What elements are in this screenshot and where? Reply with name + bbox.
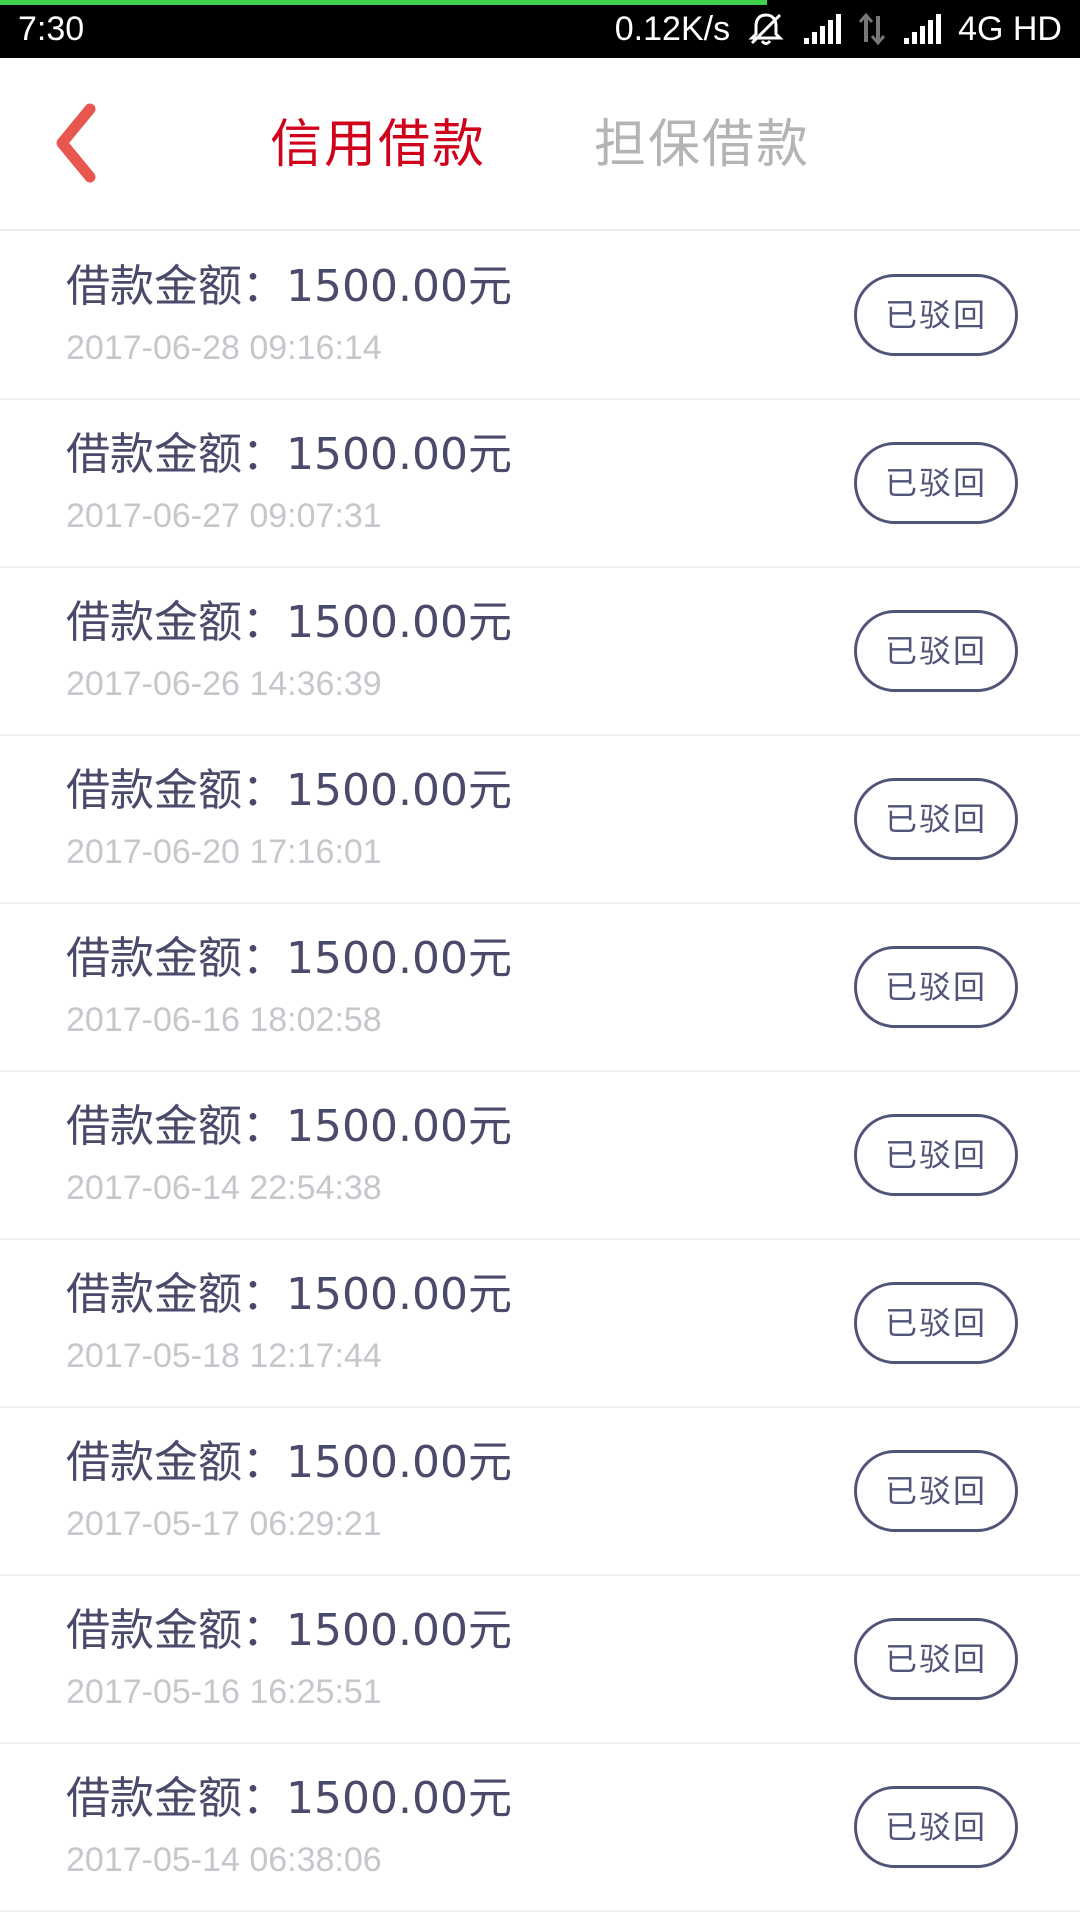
notifications-off-icon (746, 9, 786, 49)
data-transfer-icon (858, 12, 886, 46)
page-load-progress (0, 0, 767, 5)
status-badge[interactable]: 已驳回 (854, 1450, 1018, 1532)
list-item[interactable]: 借款金额：1500.00元 2017-06-27 09:07:31 已驳回 (0, 400, 1080, 568)
signal-icon (902, 12, 942, 46)
loan-timestamp: 2017-06-28 09:16:14 (66, 329, 382, 367)
loan-amount: 借款金额：1500.00元 (66, 1773, 512, 1824)
status-time: 7:30 (18, 10, 85, 48)
list-item[interactable]: 借款金额：1500.00元 2017-06-16 18:02:58 已驳回 (0, 904, 1080, 1072)
status-badge[interactable]: 已驳回 (854, 946, 1018, 1028)
list-item[interactable]: 借款金额：1500.00元 2017-05-17 06:29:21 已驳回 (0, 1408, 1080, 1576)
status-indicators: 0.12K/s 4G HD (615, 9, 1062, 49)
loan-amount: 借款金额：1500.00元 (66, 429, 512, 480)
chevron-left-icon (56, 103, 96, 183)
loan-timestamp: 2017-05-14 06:38:06 (66, 1841, 382, 1879)
list-item[interactable]: 借款金额：1500.00元 2017-06-14 22:54:38 已驳回 (0, 1072, 1080, 1240)
status-badge[interactable]: 已驳回 (854, 1786, 1018, 1868)
list-item[interactable]: 借款金额：1500.00元 2017-05-14 06:38:06 已驳回 (0, 1744, 1080, 1912)
status-badge[interactable]: 已驳回 (854, 610, 1018, 692)
network-type: 4G HD (958, 10, 1062, 48)
network-speed: 0.12K/s (614, 10, 731, 48)
status-bar: 7:30 0.12K/s 4G HD (0, 0, 1080, 58)
loan-timestamp: 2017-05-16 16:25:51 (66, 1673, 382, 1711)
loan-amount: 借款金额：1500.00元 (66, 1605, 512, 1656)
status-badge[interactable]: 已驳回 (854, 442, 1018, 524)
list-item[interactable]: 借款金额：1500.00元 2017-06-26 14:36:39 已驳回 (0, 568, 1080, 736)
loan-timestamp: 2017-06-26 14:36:39 (66, 665, 382, 703)
signal-icon (802, 12, 842, 46)
loan-list: 借款金额：1500.00元 2017-06-28 09:16:14 已驳回 借款金额：… (0, 232, 1080, 1912)
nav-bar: 信用借款 担保借款 (0, 58, 1080, 231)
loan-timestamp: 2017-05-17 06:29:21 (66, 1505, 382, 1543)
status-badge[interactable]: 已驳回 (854, 778, 1018, 860)
back-button[interactable] (40, 98, 110, 188)
loan-amount: 借款金额：1500.00元 (66, 261, 512, 312)
status-badge[interactable]: 已驳回 (854, 1618, 1018, 1700)
loan-timestamp: 2017-05-18 12:17:44 (66, 1337, 382, 1375)
loan-amount: 借款金额：1500.00元 (66, 933, 512, 984)
tab-secured-loan[interactable]: 担保借款 (594, 100, 810, 190)
list-item[interactable]: 借款金额：1500.00元 2017-05-16 16:25:51 已驳回 (0, 1576, 1080, 1744)
loan-amount: 借款金额：1500.00元 (66, 765, 512, 816)
list-item[interactable]: 借款金额：1500.00元 2017-05-18 12:17:44 已驳回 (0, 1240, 1080, 1408)
list-item[interactable]: 借款金额：1500.00元 2017-06-20 17:16:01 已驳回 (0, 736, 1080, 904)
status-badge[interactable]: 已驳回 (854, 1282, 1018, 1364)
loan-amount: 借款金额：1500.00元 (66, 1269, 512, 1320)
status-badge[interactable]: 已驳回 (854, 1114, 1018, 1196)
tab-credit-loan[interactable]: 信用借款 (270, 100, 486, 190)
loan-amount: 借款金额：1500.00元 (66, 1437, 512, 1488)
loan-amount: 借款金额：1500.00元 (66, 597, 512, 648)
loan-amount: 借款金额：1500.00元 (66, 1101, 512, 1152)
loan-timestamp: 2017-06-14 22:54:38 (66, 1169, 382, 1207)
loan-timestamp: 2017-06-27 09:07:31 (66, 497, 382, 535)
loan-timestamp: 2017-06-16 18:02:58 (66, 1001, 382, 1039)
loan-timestamp: 2017-06-20 17:16:01 (66, 833, 382, 871)
list-item[interactable]: 借款金额：1500.00元 2017-06-28 09:16:14 已驳回 (0, 232, 1080, 400)
status-badge[interactable]: 已驳回 (854, 274, 1018, 356)
